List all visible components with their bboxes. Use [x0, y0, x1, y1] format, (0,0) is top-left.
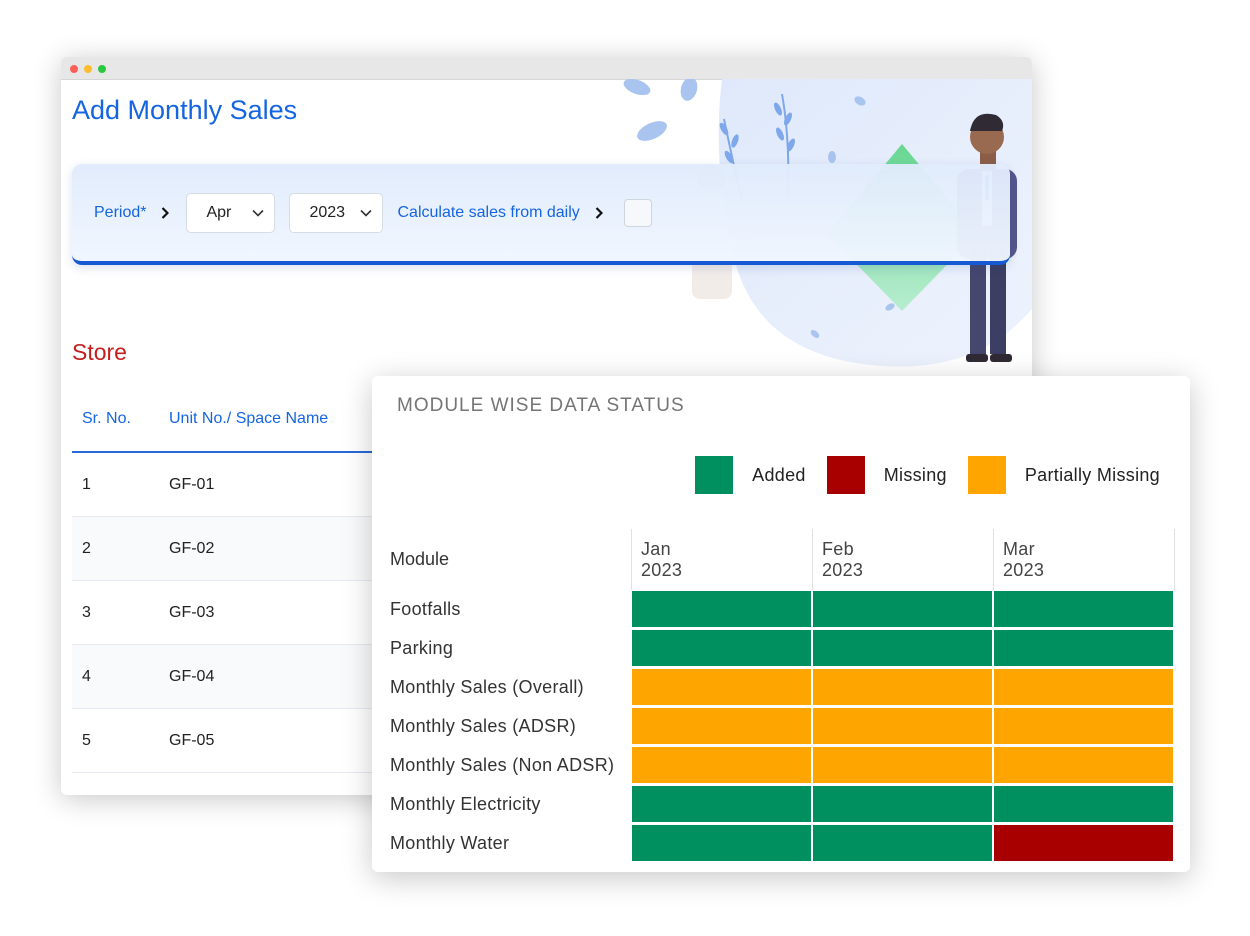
year-select[interactable]: 2023 — [289, 192, 384, 233]
unit-cell: GF-03 — [169, 603, 215, 621]
module-row-label: Parking — [390, 638, 454, 658]
chevron-down-icon — [360, 204, 373, 222]
status-cell-partial — [993, 746, 1174, 784]
module-row-label: Monthly Electricity — [390, 794, 541, 814]
legend-swatch-missing — [826, 456, 865, 494]
status-cell-missing — [993, 824, 1174, 862]
legend-swatch-partial — [967, 456, 1006, 494]
sr-no-cell: 5 — [82, 731, 91, 749]
legend-item-missing: Missing — [826, 456, 947, 494]
month-year: 2023 — [1003, 560, 1045, 580]
legend-label: Partially Missing — [1024, 464, 1160, 485]
chevron-right-icon — [154, 206, 176, 219]
column-header-unit[interactable]: Unit No./ Space Name — [169, 410, 402, 428]
status-cell-added — [993, 785, 1174, 823]
status-cell-partial — [631, 707, 812, 745]
month-header-mar: Mar 2023 — [993, 529, 1175, 590]
status-cell-added — [812, 785, 993, 823]
table-row[interactable]: 2 GF-02 — [72, 517, 402, 581]
month-year: 2023 — [641, 560, 683, 580]
sr-no-cell: 1 — [82, 475, 91, 493]
unit-cell: GF-05 — [169, 731, 215, 749]
month-name: Mar — [1003, 539, 1035, 559]
calculate-from-daily-checkbox[interactable] — [623, 198, 652, 227]
module-row-label: Monthly Water — [390, 833, 510, 853]
legend-item-partial: Partially Missing — [967, 456, 1160, 494]
module-row-label: Monthly Sales (Non ADSR) — [390, 755, 615, 775]
month-year: 2023 — [822, 560, 864, 580]
status-cell-added — [631, 785, 812, 823]
legend-label: Added — [752, 464, 806, 485]
sr-no-cell: 3 — [82, 603, 91, 621]
status-grid: Module Jan 2023 Feb 2023 Mar 2023 Footfa… — [390, 529, 1175, 863]
month-header-feb: Feb 2023 — [812, 529, 994, 590]
status-cell-partial — [993, 668, 1174, 706]
status-cell-partial — [812, 746, 993, 784]
month-name: Jan — [641, 539, 671, 559]
period-filter-card: Period* Apr 2023 Calculate sales from da… — [72, 164, 1010, 265]
status-cell-partial — [631, 668, 812, 706]
panel-title: MODULE WISE DATA STATUS — [397, 395, 685, 416]
table-row[interactable]: 4 GF-04 — [72, 645, 402, 709]
year-select-value: 2023 — [309, 203, 346, 221]
status-cell-partial — [993, 707, 1174, 745]
module-column-header: Module — [390, 549, 450, 569]
period-label: Period* — [94, 203, 147, 221]
legend-swatch-added — [695, 456, 734, 494]
module-row-label: Monthly Sales (ADSR) — [390, 716, 577, 736]
status-cell-partial — [812, 707, 993, 745]
status-cell-added — [812, 629, 993, 667]
store-table: Sr. No. Unit No./ Space Name 1 GF-01 2 GF-0… — [72, 387, 402, 773]
close-window-button[interactable] — [70, 65, 78, 73]
module-row-label: Monthly Sales (Overall) — [390, 677, 584, 697]
status-legend: Added Missing Partially Missing — [674, 456, 1160, 494]
table-row[interactable]: 1 GF-01 — [72, 453, 402, 517]
store-table-header: Sr. No. Unit No./ Space Name — [72, 387, 402, 453]
legend-label: Missing — [883, 464, 947, 485]
module-row-label: Footfalls — [390, 599, 461, 619]
month-name: Feb — [822, 539, 854, 559]
status-cell-added — [631, 629, 812, 667]
sr-no-cell: 2 — [82, 539, 91, 557]
status-cell-added — [631, 590, 812, 628]
month-header-jan: Jan 2023 — [631, 529, 813, 590]
unit-cell: GF-01 — [169, 475, 215, 493]
store-section-title: Store — [72, 339, 127, 365]
calculate-from-daily-label: Calculate sales from daily — [397, 203, 580, 221]
legend-item-added: Added — [695, 456, 806, 494]
unit-cell: GF-04 — [169, 667, 215, 685]
column-header-sr-no[interactable]: Sr. No. — [72, 410, 169, 428]
window-titlebar — [61, 57, 1032, 80]
status-cell-added — [631, 824, 812, 862]
month-select[interactable]: Apr — [186, 192, 276, 233]
page-title: Add Monthly Sales — [72, 95, 298, 125]
maximize-window-button[interactable] — [98, 65, 106, 73]
chevron-right-icon — [588, 206, 610, 219]
minimize-window-button[interactable] — [84, 65, 92, 73]
status-cell-partial — [631, 746, 812, 784]
chevron-down-icon — [252, 204, 265, 222]
table-row[interactable]: 5 GF-05 — [72, 709, 402, 773]
table-row[interactable]: 3 GF-03 — [72, 581, 402, 645]
status-cell-added — [993, 629, 1174, 667]
unit-cell: GF-02 — [169, 539, 215, 557]
status-cell-partial — [812, 668, 993, 706]
sr-no-cell: 4 — [82, 667, 91, 685]
month-select-value: Apr — [206, 203, 232, 221]
status-cell-added — [812, 590, 993, 628]
status-cell-added — [993, 590, 1174, 628]
status-cell-added — [812, 824, 993, 862]
module-status-panel: MODULE WISE DATA STATUS Added Missing Pa… — [372, 376, 1190, 872]
